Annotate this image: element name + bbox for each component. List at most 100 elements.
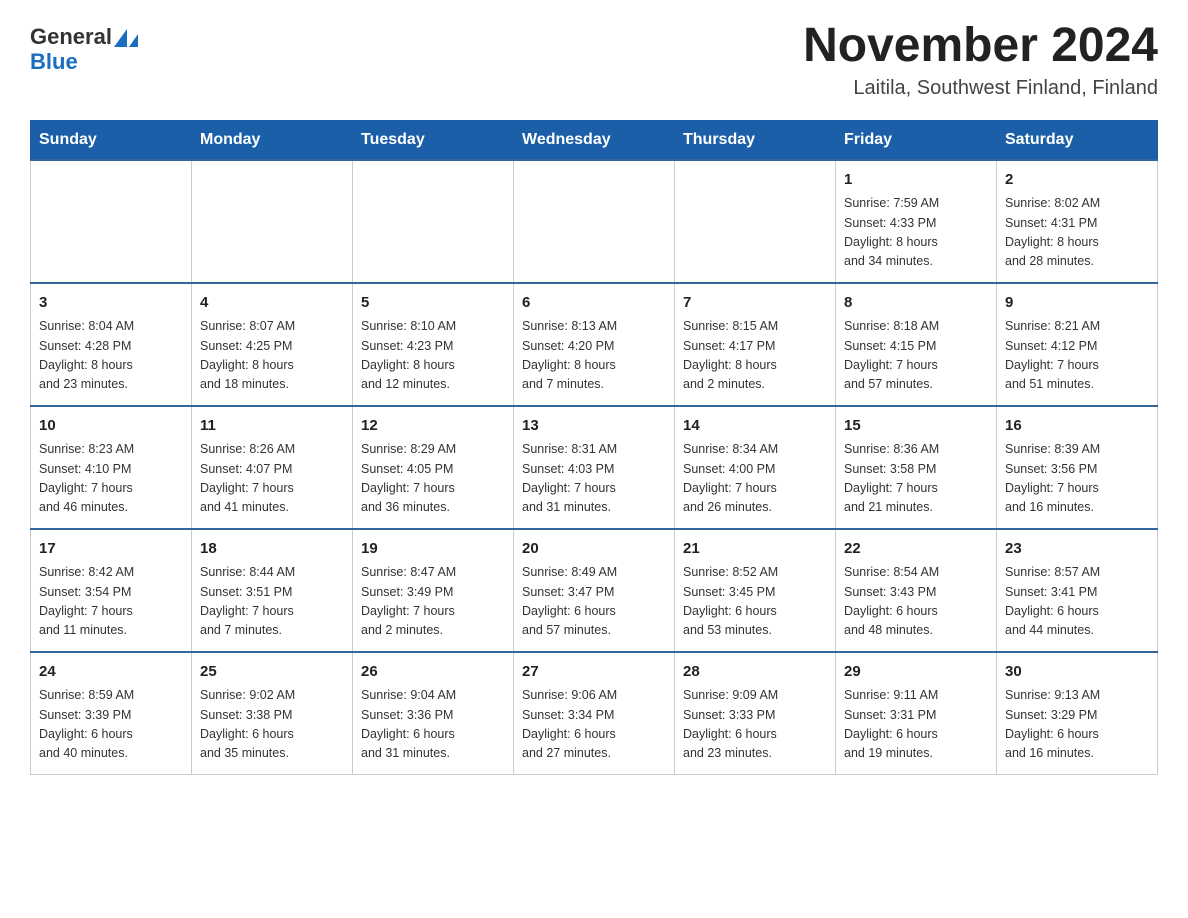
- day-info: Sunrise: 8:59 AMSunset: 3:39 PMDaylight:…: [39, 686, 183, 764]
- day-number: 2: [1005, 169, 1149, 192]
- day-number: 17: [39, 538, 183, 561]
- day-info: Sunrise: 8:34 AMSunset: 4:00 PMDaylight:…: [683, 440, 827, 518]
- calendar-cell: [514, 160, 675, 283]
- day-info: Sunrise: 9:09 AMSunset: 3:33 PMDaylight:…: [683, 686, 827, 764]
- calendar-cell: 25Sunrise: 9:02 AMSunset: 3:38 PMDayligh…: [192, 652, 353, 775]
- col-wednesday: Wednesday: [514, 120, 675, 160]
- calendar-cell: 27Sunrise: 9:06 AMSunset: 3:34 PMDayligh…: [514, 652, 675, 775]
- header-row: Sunday Monday Tuesday Wednesday Thursday…: [31, 120, 1158, 160]
- col-saturday: Saturday: [997, 120, 1158, 160]
- day-number: 3: [39, 292, 183, 315]
- day-number: 24: [39, 661, 183, 684]
- calendar-cell: 14Sunrise: 8:34 AMSunset: 4:00 PMDayligh…: [675, 406, 836, 529]
- day-info: Sunrise: 7:59 AMSunset: 4:33 PMDaylight:…: [844, 194, 988, 272]
- calendar-cell: 24Sunrise: 8:59 AMSunset: 3:39 PMDayligh…: [31, 652, 192, 775]
- logo-general: General: [30, 25, 112, 49]
- month-title: November 2024: [803, 20, 1158, 73]
- day-number: 27: [522, 661, 666, 684]
- calendar-cell: 28Sunrise: 9:09 AMSunset: 3:33 PMDayligh…: [675, 652, 836, 775]
- logo: General Blue: [30, 20, 138, 74]
- week-row-2: 3Sunrise: 8:04 AMSunset: 4:28 PMDaylight…: [31, 283, 1158, 406]
- col-tuesday: Tuesday: [353, 120, 514, 160]
- day-info: Sunrise: 8:57 AMSunset: 3:41 PMDaylight:…: [1005, 563, 1149, 641]
- day-number: 15: [844, 415, 988, 438]
- day-info: Sunrise: 8:42 AMSunset: 3:54 PMDaylight:…: [39, 563, 183, 641]
- calendar-cell: 7Sunrise: 8:15 AMSunset: 4:17 PMDaylight…: [675, 283, 836, 406]
- calendar-table: Sunday Monday Tuesday Wednesday Thursday…: [30, 120, 1158, 775]
- week-row-1: 1Sunrise: 7:59 AMSunset: 4:33 PMDaylight…: [31, 160, 1158, 283]
- week-row-3: 10Sunrise: 8:23 AMSunset: 4:10 PMDayligh…: [31, 406, 1158, 529]
- day-number: 21: [683, 538, 827, 561]
- day-info: Sunrise: 8:47 AMSunset: 3:49 PMDaylight:…: [361, 563, 505, 641]
- calendar-cell: 10Sunrise: 8:23 AMSunset: 4:10 PMDayligh…: [31, 406, 192, 529]
- day-number: 5: [361, 292, 505, 315]
- calendar-cell: 5Sunrise: 8:10 AMSunset: 4:23 PMDaylight…: [353, 283, 514, 406]
- week-row-5: 24Sunrise: 8:59 AMSunset: 3:39 PMDayligh…: [31, 652, 1158, 775]
- logo-blue: Blue: [30, 50, 78, 74]
- header: General Blue November 2024 Laitila, Sout…: [30, 20, 1158, 100]
- day-info: Sunrise: 8:49 AMSunset: 3:47 PMDaylight:…: [522, 563, 666, 641]
- location-subtitle: Laitila, Southwest Finland, Finland: [803, 77, 1158, 100]
- calendar-cell: 6Sunrise: 8:13 AMSunset: 4:20 PMDaylight…: [514, 283, 675, 406]
- day-number: 29: [844, 661, 988, 684]
- day-info: Sunrise: 9:13 AMSunset: 3:29 PMDaylight:…: [1005, 686, 1149, 764]
- calendar-cell: 20Sunrise: 8:49 AMSunset: 3:47 PMDayligh…: [514, 529, 675, 652]
- day-info: Sunrise: 8:10 AMSunset: 4:23 PMDaylight:…: [361, 317, 505, 395]
- day-number: 20: [522, 538, 666, 561]
- day-number: 13: [522, 415, 666, 438]
- day-info: Sunrise: 8:31 AMSunset: 4:03 PMDaylight:…: [522, 440, 666, 518]
- day-info: Sunrise: 8:15 AMSunset: 4:17 PMDaylight:…: [683, 317, 827, 395]
- day-number: 6: [522, 292, 666, 315]
- day-info: Sunrise: 8:13 AMSunset: 4:20 PMDaylight:…: [522, 317, 666, 395]
- calendar-cell: 15Sunrise: 8:36 AMSunset: 3:58 PMDayligh…: [836, 406, 997, 529]
- calendar-cell: 22Sunrise: 8:54 AMSunset: 3:43 PMDayligh…: [836, 529, 997, 652]
- calendar-cell: 16Sunrise: 8:39 AMSunset: 3:56 PMDayligh…: [997, 406, 1158, 529]
- calendar-cell: 1Sunrise: 7:59 AMSunset: 4:33 PMDaylight…: [836, 160, 997, 283]
- day-number: 11: [200, 415, 344, 438]
- calendar-cell: 9Sunrise: 8:21 AMSunset: 4:12 PMDaylight…: [997, 283, 1158, 406]
- day-info: Sunrise: 8:29 AMSunset: 4:05 PMDaylight:…: [361, 440, 505, 518]
- day-info: Sunrise: 9:02 AMSunset: 3:38 PMDaylight:…: [200, 686, 344, 764]
- day-number: 30: [1005, 661, 1149, 684]
- day-info: Sunrise: 8:07 AMSunset: 4:25 PMDaylight:…: [200, 317, 344, 395]
- calendar-cell: 18Sunrise: 8:44 AMSunset: 3:51 PMDayligh…: [192, 529, 353, 652]
- calendar-cell: 19Sunrise: 8:47 AMSunset: 3:49 PMDayligh…: [353, 529, 514, 652]
- day-number: 23: [1005, 538, 1149, 561]
- day-number: 22: [844, 538, 988, 561]
- calendar-cell: 29Sunrise: 9:11 AMSunset: 3:31 PMDayligh…: [836, 652, 997, 775]
- calendar-cell: 26Sunrise: 9:04 AMSunset: 3:36 PMDayligh…: [353, 652, 514, 775]
- calendar-cell: [31, 160, 192, 283]
- day-info: Sunrise: 9:04 AMSunset: 3:36 PMDaylight:…: [361, 686, 505, 764]
- calendar-cell: 12Sunrise: 8:29 AMSunset: 4:05 PMDayligh…: [353, 406, 514, 529]
- day-number: 12: [361, 415, 505, 438]
- day-info: Sunrise: 8:18 AMSunset: 4:15 PMDaylight:…: [844, 317, 988, 395]
- day-number: 1: [844, 169, 988, 192]
- day-info: Sunrise: 9:06 AMSunset: 3:34 PMDaylight:…: [522, 686, 666, 764]
- col-thursday: Thursday: [675, 120, 836, 160]
- day-number: 9: [1005, 292, 1149, 315]
- day-number: 10: [39, 415, 183, 438]
- day-info: Sunrise: 9:11 AMSunset: 3:31 PMDaylight:…: [844, 686, 988, 764]
- calendar-cell: [675, 160, 836, 283]
- day-number: 25: [200, 661, 344, 684]
- day-number: 19: [361, 538, 505, 561]
- day-info: Sunrise: 8:52 AMSunset: 3:45 PMDaylight:…: [683, 563, 827, 641]
- calendar-cell: 30Sunrise: 9:13 AMSunset: 3:29 PMDayligh…: [997, 652, 1158, 775]
- day-number: 28: [683, 661, 827, 684]
- day-info: Sunrise: 8:36 AMSunset: 3:58 PMDaylight:…: [844, 440, 988, 518]
- day-info: Sunrise: 8:44 AMSunset: 3:51 PMDaylight:…: [200, 563, 344, 641]
- calendar-cell: 17Sunrise: 8:42 AMSunset: 3:54 PMDayligh…: [31, 529, 192, 652]
- day-info: Sunrise: 8:39 AMSunset: 3:56 PMDaylight:…: [1005, 440, 1149, 518]
- day-info: Sunrise: 8:54 AMSunset: 3:43 PMDaylight:…: [844, 563, 988, 641]
- day-number: 26: [361, 661, 505, 684]
- day-info: Sunrise: 8:21 AMSunset: 4:12 PMDaylight:…: [1005, 317, 1149, 395]
- week-row-4: 17Sunrise: 8:42 AMSunset: 3:54 PMDayligh…: [31, 529, 1158, 652]
- col-monday: Monday: [192, 120, 353, 160]
- col-sunday: Sunday: [31, 120, 192, 160]
- day-info: Sunrise: 8:04 AMSunset: 4:28 PMDaylight:…: [39, 317, 183, 395]
- calendar-cell: 8Sunrise: 8:18 AMSunset: 4:15 PMDaylight…: [836, 283, 997, 406]
- day-number: 8: [844, 292, 988, 315]
- calendar-cell: 23Sunrise: 8:57 AMSunset: 3:41 PMDayligh…: [997, 529, 1158, 652]
- calendar-cell: 2Sunrise: 8:02 AMSunset: 4:31 PMDaylight…: [997, 160, 1158, 283]
- calendar-cell: [192, 160, 353, 283]
